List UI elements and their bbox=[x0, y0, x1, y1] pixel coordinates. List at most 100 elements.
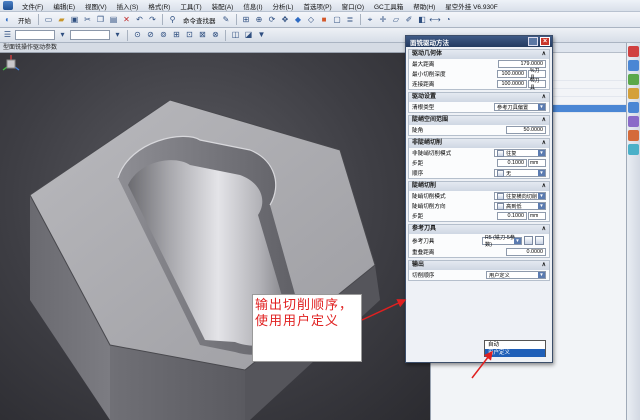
unit-select[interactable]: mm bbox=[528, 212, 546, 220]
non-steep-pattern-select[interactable]: 往复 ▼ bbox=[494, 149, 546, 157]
menu-view[interactable]: 视图(V) bbox=[80, 1, 112, 11]
resource-library-icon[interactable] bbox=[628, 116, 639, 127]
brush-icon[interactable]: ✎ bbox=[221, 14, 232, 25]
selection-scope-field[interactable] bbox=[70, 30, 110, 40]
menu-gc-toolbox[interactable]: GC工具箱 bbox=[369, 1, 408, 11]
menu-file[interactable]: 文件(F) bbox=[17, 1, 48, 11]
section-header[interactable]: 输出 ∧ bbox=[409, 261, 549, 270]
section-header[interactable]: 陡峭空间范围 ∧ bbox=[409, 116, 549, 125]
menu-icon[interactable]: ☰ bbox=[2, 30, 13, 41]
command-finder-icon[interactable]: ⚲ bbox=[167, 14, 178, 25]
command-finder-button[interactable]: 命令查找器 bbox=[180, 15, 219, 25]
resource-history-icon[interactable] bbox=[628, 88, 639, 99]
stepover-input[interactable]: 0.1000 bbox=[497, 159, 527, 167]
start-button[interactable]: 开始 bbox=[15, 15, 34, 25]
order-select[interactable]: 无 ▼ bbox=[494, 169, 546, 177]
snap-point-icon[interactable]: ⊡ bbox=[184, 30, 195, 41]
steep-angle-input[interactable]: 50.0000 bbox=[506, 126, 546, 134]
start-icon[interactable]: ◐ bbox=[2, 14, 13, 25]
menu-tools[interactable]: 工具(T) bbox=[175, 1, 206, 11]
dialog-close-button[interactable]: × bbox=[540, 37, 550, 46]
menu-analysis[interactable]: 分析(L) bbox=[267, 1, 298, 11]
shaded-view-icon[interactable]: ◆ bbox=[293, 14, 304, 25]
section-header[interactable]: 参考刀具 ∧ bbox=[409, 225, 549, 234]
layer-icon[interactable]: ≣ bbox=[345, 14, 356, 25]
color-cube-icon[interactable]: ■ bbox=[319, 14, 330, 25]
resource-system-icon[interactable] bbox=[628, 144, 639, 155]
csys-icon[interactable]: ⌖ bbox=[365, 14, 376, 25]
snap-grid-icon[interactable]: ⊞ bbox=[171, 30, 182, 41]
section-header[interactable]: 陡峭切削 ∧ bbox=[409, 182, 549, 191]
open-file-icon[interactable]: ▰ bbox=[56, 14, 67, 25]
redo-icon[interactable]: ↷ bbox=[147, 14, 158, 25]
row-steep-direction: 陡峭切削方向 高到低 ▼ bbox=[409, 201, 549, 211]
sketch-icon[interactable]: ✐ bbox=[404, 14, 415, 25]
plane-icon[interactable]: ▱ bbox=[391, 14, 402, 25]
min-cut-depth-input[interactable]: 100.0000 bbox=[497, 70, 527, 78]
dropdown-option-auto[interactable]: 自动 bbox=[485, 341, 545, 349]
overlap-distance-input[interactable]: 0.0000 bbox=[506, 248, 546, 256]
type-filter-field[interactable] bbox=[15, 30, 55, 40]
fit-view-icon[interactable]: ⊞ bbox=[241, 14, 252, 25]
new-tool-icon[interactable] bbox=[535, 236, 544, 245]
cut-icon[interactable]: ✂ bbox=[82, 14, 93, 25]
delete-icon[interactable]: ✕ bbox=[121, 14, 132, 25]
rotate-icon[interactable]: ⟳ bbox=[267, 14, 278, 25]
unit-select[interactable]: mm bbox=[528, 159, 546, 167]
point-icon[interactable]: ✛ bbox=[378, 14, 389, 25]
menu-edit[interactable]: 编辑(E) bbox=[48, 1, 80, 11]
snap-quadrant-icon[interactable]: ⊠ bbox=[197, 30, 208, 41]
undo-icon[interactable]: ↶ bbox=[134, 14, 145, 25]
copy-icon[interactable]: ❐ bbox=[95, 14, 106, 25]
cleanup-type-select[interactable]: 参考刀具偏置 ▼ bbox=[494, 103, 546, 111]
resource-assembly-icon[interactable] bbox=[628, 60, 639, 71]
unit-select[interactable]: %刀具 bbox=[528, 78, 546, 91]
dropdown-icon[interactable]: ▾ bbox=[57, 30, 68, 41]
steep-direction-select[interactable]: 高到低 ▼ bbox=[494, 202, 546, 210]
save-icon[interactable]: ▣ bbox=[69, 14, 80, 25]
steep-pattern-select[interactable]: 往复横向切削 ▼ bbox=[494, 192, 546, 200]
new-file-icon[interactable]: ▭ bbox=[43, 14, 54, 25]
filter-icon[interactable]: ▼ bbox=[256, 30, 267, 41]
cut-order-select[interactable]: 用户定义 ▼ bbox=[486, 271, 546, 279]
connect-distance-input[interactable]: 100.0000 bbox=[497, 80, 527, 88]
menu-insert[interactable]: 插入(S) bbox=[112, 1, 144, 11]
graphics-viewport[interactable] bbox=[0, 53, 430, 420]
menu-help[interactable]: 帮助(H) bbox=[408, 1, 440, 11]
snap-center-icon[interactable]: ⊚ bbox=[158, 30, 169, 41]
select-all-icon[interactable]: ◫ bbox=[230, 30, 241, 41]
section-header[interactable]: 驱动几何体 ∧ bbox=[409, 50, 549, 59]
zoom-icon[interactable]: ⊕ bbox=[254, 14, 265, 25]
snap-endpoint-icon[interactable]: ⊙ bbox=[132, 30, 143, 41]
resource-roles-icon[interactable] bbox=[628, 130, 639, 141]
menu-plugin[interactable]: 星空外挂 V6.930F bbox=[440, 1, 502, 11]
menu-preferences[interactable]: 首选项(P) bbox=[298, 1, 336, 11]
dialog-reset-button[interactable] bbox=[528, 37, 538, 46]
menu-info[interactable]: 信息(I) bbox=[238, 1, 267, 11]
analysis-icon[interactable]: ◔ bbox=[443, 14, 454, 25]
deselect-icon[interactable]: ◪ bbox=[243, 30, 254, 41]
feature-icon[interactable]: ◧ bbox=[417, 14, 428, 25]
steep-stepover-input[interactable]: 0.1000 bbox=[497, 212, 527, 220]
section-header[interactable]: 非陡峭切削 ∧ bbox=[409, 139, 549, 148]
menu-window[interactable]: 窗口(O) bbox=[337, 1, 369, 11]
pan-icon[interactable]: ✥ bbox=[280, 14, 291, 25]
snap-tangent-icon[interactable]: ⊗ bbox=[210, 30, 221, 41]
display-icon[interactable]: ▢ bbox=[332, 14, 343, 25]
paste-icon[interactable]: ▤ bbox=[108, 14, 119, 25]
reference-tool-select[interactable]: R5 (铣刀-5参数) ▼ bbox=[482, 235, 522, 248]
menu-format[interactable]: 格式(R) bbox=[143, 1, 175, 11]
dialog-title-bar[interactable]: 面铣驱动方法 × bbox=[406, 36, 552, 47]
wireframe-icon[interactable]: ◇ bbox=[306, 14, 317, 25]
menu-assembly[interactable]: 装配(A) bbox=[207, 1, 239, 11]
snap-midpoint-icon[interactable]: ⊘ bbox=[145, 30, 156, 41]
section-header[interactable]: 驱动设置 ∧ bbox=[409, 93, 549, 102]
dropdown-option-user-defined[interactable]: 用户定义 bbox=[485, 349, 545, 357]
measure-icon[interactable]: ⟷ bbox=[429, 14, 440, 25]
dropdown-icon[interactable]: ▾ bbox=[112, 30, 123, 41]
resource-nav-icon[interactable] bbox=[628, 46, 639, 57]
section-non-steep: 非陡峭切削 ∧ 非陡峭切削模式 往复 ▼ 步距 0.1000 mm 顺序 无 ▼ bbox=[408, 138, 550, 179]
resource-part-icon[interactable] bbox=[628, 74, 639, 85]
edit-tool-icon[interactable] bbox=[524, 236, 533, 245]
resource-web-icon[interactable] bbox=[628, 102, 639, 113]
